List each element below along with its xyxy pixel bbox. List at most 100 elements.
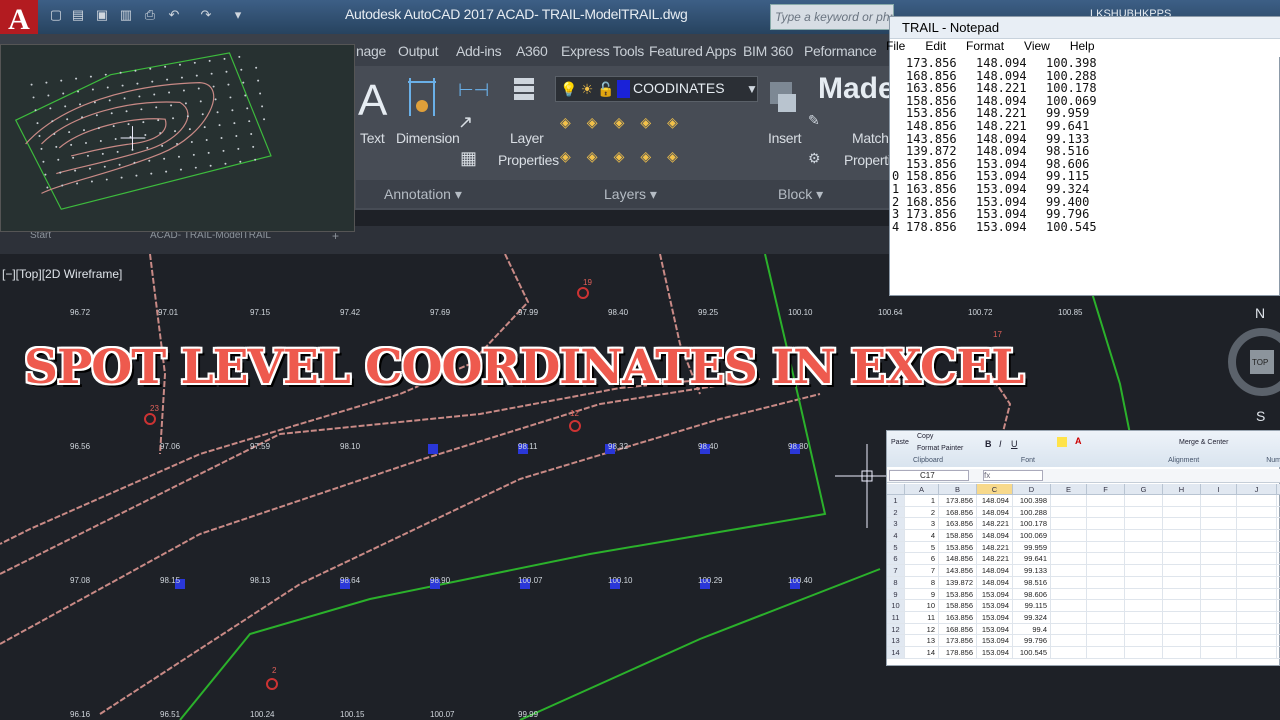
table-cell[interactable]: 153.094 [977, 611, 1013, 623]
table-cell[interactable] [1051, 623, 1087, 635]
format-painter-button[interactable]: Format Painter [917, 445, 963, 452]
layer-properties-label-1[interactable]: Layer [510, 130, 544, 146]
table-cell[interactable]: 148.221 [977, 541, 1013, 553]
table-cell[interactable] [1237, 541, 1277, 553]
table-cell[interactable] [1051, 588, 1087, 600]
select-all-corner[interactable] [887, 484, 905, 494]
row-header[interactable]: 8 [887, 576, 905, 588]
table-cell[interactable]: 153.094 [977, 635, 1013, 646]
table-cell[interactable] [1125, 611, 1163, 623]
table-cell[interactable] [1051, 541, 1087, 553]
compass-north[interactable]: N [1255, 305, 1265, 321]
layer-tool-icon[interactable]: ◈ [614, 148, 625, 165]
table-cell[interactable] [1163, 576, 1201, 588]
menu-edit[interactable]: Edit [925, 39, 946, 57]
table-cell[interactable]: 99.115 [1013, 600, 1051, 611]
table-cell[interactable] [1125, 588, 1163, 600]
table-cell[interactable]: 8 [905, 576, 939, 588]
table-icon[interactable]: ▦ [460, 148, 477, 169]
table-cell[interactable]: 11 [905, 611, 939, 623]
table-cell[interactable] [1237, 600, 1277, 611]
row-header[interactable]: 5 [887, 541, 905, 553]
table-cell[interactable] [1125, 576, 1163, 588]
layer-properties-label-2[interactable]: Properties [498, 152, 559, 168]
menu-format[interactable]: Format [966, 39, 1004, 57]
table-cell[interactable] [1237, 646, 1277, 658]
table-cell[interactable] [1087, 530, 1125, 541]
column-header[interactable]: B [939, 484, 977, 494]
table-cell[interactable]: 1 [905, 495, 939, 506]
table-cell[interactable] [1163, 518, 1201, 530]
menu-file[interactable]: File [886, 39, 905, 57]
layer-tool-icon[interactable]: ◈ [560, 148, 571, 165]
layer-tool-icon[interactable]: ◈ [640, 114, 651, 131]
formula-bar[interactable]: C17 fx [887, 469, 1280, 483]
table-cell[interactable]: 153.094 [977, 588, 1013, 600]
copy-button[interactable]: Copy [917, 433, 933, 440]
table-cell[interactable] [1125, 623, 1163, 635]
table-cell[interactable] [1201, 565, 1237, 576]
table-cell[interactable] [1201, 541, 1237, 553]
layer-tool-icon[interactable]: ◈ [587, 148, 598, 165]
table-cell[interactable] [1125, 565, 1163, 576]
table-cell[interactable] [1087, 495, 1125, 506]
underline-button[interactable]: U [1011, 439, 1018, 449]
layer-properties-icon[interactable] [510, 74, 540, 104]
annotation-panel-label[interactable]: Annotation ▾ [384, 186, 462, 203]
column-header[interactable]: F [1087, 484, 1125, 494]
table-cell[interactable] [1163, 635, 1201, 646]
italic-button[interactable]: I [999, 439, 1002, 449]
table-cell[interactable]: 10 [905, 600, 939, 611]
table-cell[interactable]: 148.094 [977, 506, 1013, 518]
layer-tool-icon[interactable]: ◈ [667, 114, 678, 131]
row-header[interactable]: 1 [887, 495, 905, 506]
table-cell[interactable] [1237, 553, 1277, 565]
table-cell[interactable] [1125, 518, 1163, 530]
table-cell[interactable]: 173.856 [939, 635, 977, 646]
table-cell[interactable]: 158.856 [939, 600, 977, 611]
layer-tool-icon[interactable]: ◈ [640, 148, 651, 165]
table-cell[interactable] [1201, 553, 1237, 565]
redo-icon[interactable]: ↷ [198, 7, 214, 23]
row-header[interactable]: 14 [887, 646, 905, 658]
column-header[interactable]: A [905, 484, 939, 494]
spreadsheet-grid[interactable]: A B C D E F G H I J 1 1 173.856 148.094 100.398 2 2 168.8… [887, 484, 1280, 667]
table-cell[interactable] [1051, 565, 1087, 576]
table-cell[interactable] [1201, 518, 1237, 530]
row-header[interactable]: 9 [887, 588, 905, 600]
text-tool-icon[interactable]: A [358, 76, 387, 126]
table-cell[interactable] [1237, 518, 1277, 530]
undo-icon[interactable]: ↶ [166, 7, 182, 23]
table-cell[interactable] [1051, 646, 1087, 658]
layer-on-icon[interactable]: 💡 [560, 80, 578, 98]
table-cell[interactable] [1237, 576, 1277, 588]
fill-color-icon[interactable] [1057, 437, 1067, 447]
row-header[interactable]: 11 [887, 611, 905, 623]
match-properties-icon-text[interactable]: Made [818, 72, 895, 106]
table-cell[interactable]: 143.856 [939, 565, 977, 576]
row-header[interactable]: 10 [887, 600, 905, 611]
table-cell[interactable] [1051, 506, 1087, 518]
viewcube-top[interactable]: TOP [1252, 358, 1268, 367]
table-cell[interactable] [1163, 530, 1201, 541]
table-cell[interactable] [1163, 565, 1201, 576]
edit-block-icon[interactable]: ⚙ [808, 150, 821, 167]
column-header[interactable]: E [1051, 484, 1087, 494]
table-cell[interactable] [1125, 506, 1163, 518]
qat-dropdown-icon[interactable]: ▾ [230, 7, 246, 23]
leader-icon[interactable]: ↗ [458, 112, 473, 133]
table-cell[interactable]: 4 [905, 530, 939, 541]
paste-button[interactable]: Paste [891, 439, 909, 446]
table-cell[interactable]: 148.221 [977, 553, 1013, 565]
table-cell[interactable]: 100.398 [1013, 495, 1051, 506]
table-cell[interactable]: 148.094 [977, 576, 1013, 588]
table-cell[interactable] [1087, 565, 1125, 576]
table-cell[interactable]: 5 [905, 541, 939, 553]
table-cell[interactable] [1237, 506, 1277, 518]
layers-panel-label[interactable]: Layers ▾ [604, 186, 657, 203]
table-cell[interactable]: 14 [905, 646, 939, 658]
row-header[interactable]: 4 [887, 530, 905, 541]
tab-featured-apps[interactable]: Featured Apps [649, 43, 736, 59]
row-header[interactable]: 13 [887, 635, 905, 646]
tab-output[interactable]: Output [398, 43, 439, 59]
